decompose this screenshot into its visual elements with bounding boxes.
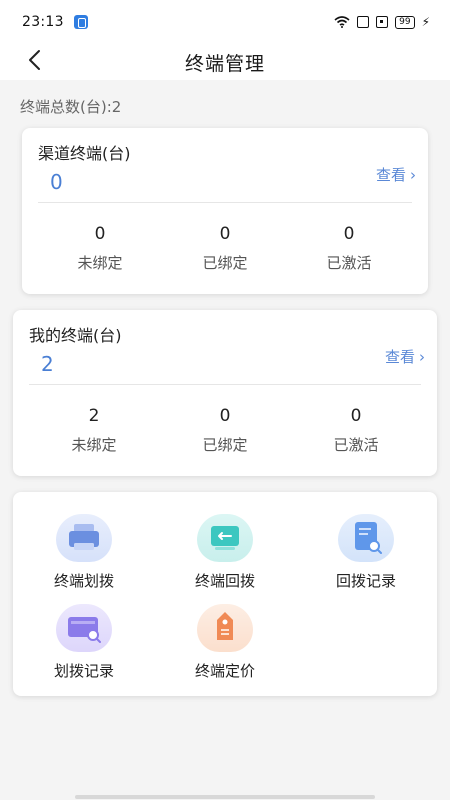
channel-view-link[interactable]: 查看 › xyxy=(376,164,416,185)
action-label: 终端回拨 xyxy=(194,572,255,590)
channel-view-label: 查看 xyxy=(375,166,406,184)
stat-label: 已绑定 xyxy=(202,254,248,272)
my-stat-unbound: 2 未绑定 xyxy=(44,406,144,455)
action-label: 回拨记录 xyxy=(335,572,396,590)
action-label: 划拨记录 xyxy=(53,662,114,680)
sim-icon xyxy=(357,16,370,28)
transfer-record-button[interactable]: 划拨记录 xyxy=(24,604,144,681)
printer-icon xyxy=(56,514,112,562)
nav-bar: 终端管理 xyxy=(0,44,450,80)
status-time: 23:13 xyxy=(22,14,64,30)
my-view-label: 查看 xyxy=(384,348,415,366)
transfer-terminal-button[interactable]: 终端划拨 xyxy=(24,514,144,591)
home-indicator xyxy=(75,795,375,799)
channel-stat-bound: 0 已绑定 xyxy=(175,224,275,273)
actions-card: 终端划拨 终端回拨 回拨记录 划拨记录 终端定价 xyxy=(13,492,437,696)
stat-value: 0 xyxy=(350,406,362,426)
channel-card-divider xyxy=(38,202,412,203)
terminal-pricing-button[interactable]: 终端定价 xyxy=(165,604,285,681)
return-terminal-button[interactable]: 终端回拨 xyxy=(165,514,285,591)
terminal-total-label: 终端总数(台):2 xyxy=(20,98,122,116)
my-card-divider xyxy=(29,384,421,385)
chevron-right-icon: › xyxy=(410,165,416,184)
app-notification-icon xyxy=(73,15,88,29)
stat-value: 2 xyxy=(88,406,100,426)
action-label: 终端定价 xyxy=(194,662,255,680)
my-stat-activated: 0 已激活 xyxy=(306,406,406,455)
stat-value: 0 xyxy=(343,224,355,244)
record-search-icon xyxy=(338,514,394,562)
status-bar: 23:13 99 ⚡ xyxy=(0,0,450,44)
card-search-icon xyxy=(56,604,112,652)
return-record-button[interactable]: 回拨记录 xyxy=(306,514,426,591)
wifi-icon xyxy=(334,16,350,28)
my-card-count: 2 xyxy=(41,352,54,376)
channel-stat-activated: 0 已激活 xyxy=(299,224,399,273)
page-title: 终端管理 xyxy=(184,52,265,75)
price-tag-icon xyxy=(197,604,253,652)
back-arrow-icon[interactable] xyxy=(24,48,48,72)
my-stat-bound: 0 已绑定 xyxy=(175,406,275,455)
stat-value: 0 xyxy=(219,406,231,426)
stat-label: 未绑定 xyxy=(71,436,117,454)
channel-card-count: 0 xyxy=(50,170,63,194)
my-terminal-card: 我的终端(台) 2 查看 › 2 未绑定 0 已绑定 0 已激活 xyxy=(13,310,437,476)
status-icons: 99 ⚡ xyxy=(334,15,430,29)
stat-label: 已激活 xyxy=(333,436,379,454)
my-card-title: 我的终端(台) xyxy=(29,326,122,345)
channel-card-title: 渠道终端(台) xyxy=(38,144,131,163)
return-icon xyxy=(197,514,253,562)
stat-label: 未绑定 xyxy=(77,254,123,272)
battery-icon: 99 xyxy=(395,15,415,29)
my-view-link[interactable]: 查看 › xyxy=(385,346,425,367)
screen-record-icon xyxy=(376,16,389,28)
chevron-right-icon: › xyxy=(419,347,425,366)
battery-level: 99 xyxy=(399,17,411,27)
action-label: 终端划拨 xyxy=(53,572,114,590)
charging-icon: ⚡ xyxy=(421,15,430,29)
stat-value: 0 xyxy=(219,224,231,244)
stat-label: 已绑定 xyxy=(202,436,248,454)
stat-value: 0 xyxy=(94,224,106,244)
stat-label: 已激活 xyxy=(326,254,372,272)
channel-terminal-card: 渠道终端(台) 0 查看 › 0 未绑定 0 已绑定 0 已激活 xyxy=(22,128,428,294)
channel-stat-unbound: 0 未绑定 xyxy=(50,224,150,273)
